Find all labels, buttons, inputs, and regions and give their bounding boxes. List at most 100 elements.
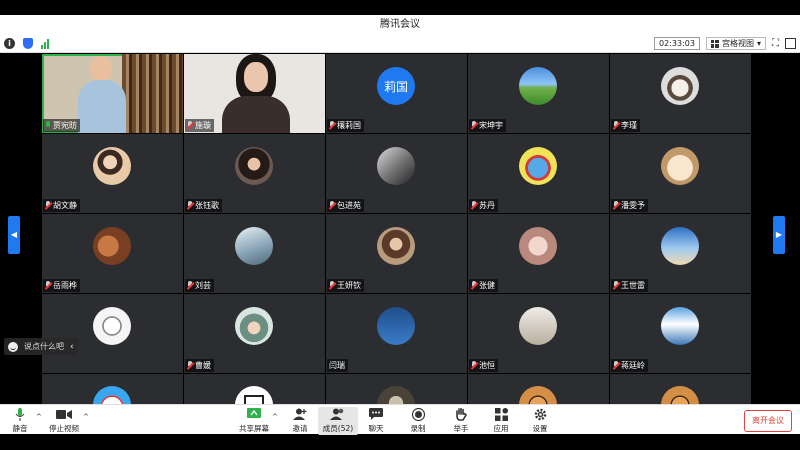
participant-tile[interactable]: 王妍钦	[326, 214, 467, 293]
info-icon[interactable]: i	[4, 38, 15, 49]
meeting-window: 腾讯会议 i 02:33:03 宫格视图 ▾ ⛶ 贾宛昉 施璇 莉国 穰莉国 宋坤宇 李瑾…	[0, 0, 800, 450]
participant-tile[interactable]: 潘雯予	[610, 134, 751, 213]
participant-tile[interactable]: 莉国穰莉国	[326, 54, 467, 133]
chat-button[interactable]: 聊天	[356, 407, 396, 435]
view-mode-button[interactable]: 宫格视图 ▾	[705, 37, 766, 50]
participant-nameplate: 胡文静	[43, 199, 80, 212]
quick-chat-bar[interactable]: 说点什么吧 ‹	[4, 338, 78, 355]
participant-tile[interactable]	[468, 374, 609, 404]
avatar	[93, 147, 131, 185]
avatar	[519, 386, 557, 404]
participant-nameplate: 李瑾	[611, 119, 640, 132]
participant-name: 施璇	[195, 121, 211, 130]
settings-label: 设置	[532, 424, 548, 433]
microphone-muted-icon	[471, 281, 477, 290]
participant-tile[interactable]: 李瑾	[610, 54, 751, 133]
participant-tile[interactable]: 张健	[468, 214, 609, 293]
participant-nameplate: 王世雷	[611, 279, 648, 292]
avatar	[661, 147, 699, 185]
apps-button[interactable]: 应用	[481, 407, 521, 435]
participant-tile[interactable]: 苏丹	[468, 134, 609, 213]
participant-tile[interactable]: 张钰歌	[184, 134, 325, 213]
signal-icon[interactable]	[41, 38, 49, 49]
microphone-muted-icon	[187, 281, 193, 290]
participant-name: 贾宛昉	[53, 121, 77, 130]
avatar	[377, 227, 415, 265]
meeting-timer: 02:33:03	[654, 37, 700, 50]
prev-page-button[interactable]: ◀	[8, 216, 20, 254]
avatar: 莉国	[377, 67, 415, 105]
next-page-button[interactable]: ▶	[773, 216, 785, 254]
participant-tile[interactable]	[42, 294, 183, 373]
window-mode-icon[interactable]	[785, 38, 796, 49]
participant-name: 包进苑	[337, 201, 361, 210]
microphone-muted-icon	[45, 201, 51, 210]
settings-button[interactable]: 设置	[520, 407, 560, 435]
avatar	[235, 227, 273, 265]
participant-tile[interactable]: 包进苑	[326, 134, 467, 213]
participant-tile[interactable]: 宋坤宇	[468, 54, 609, 133]
fullscreen-icon[interactable]: ⛶	[772, 38, 779, 49]
microphone-muted-icon	[187, 121, 193, 130]
participant-tile[interactable]: 刘芸	[184, 214, 325, 293]
share-screen-button[interactable]: 共享屏幕	[234, 407, 274, 435]
chat-placeholder[interactable]: 说点什么吧	[24, 341, 64, 352]
video-options-icon[interactable]: ^	[83, 413, 89, 421]
chat-label: 聊天	[368, 424, 384, 433]
participant-name: 岳雨桦	[53, 281, 77, 290]
apps-icon	[481, 407, 521, 421]
participant-nameplate: 曹媛	[185, 359, 214, 372]
share-options-icon[interactable]: ^	[272, 413, 278, 421]
emoji-icon[interactable]	[8, 341, 18, 352]
members-button[interactable]: 成员(52)	[318, 407, 358, 435]
shield-icon[interactable]	[23, 38, 33, 49]
microphone-muted-icon	[329, 281, 335, 290]
gear-icon	[520, 407, 560, 421]
microphone-muted-icon	[613, 361, 619, 370]
raise-hand-button[interactable]: 举手	[441, 407, 481, 435]
hand-icon	[441, 407, 481, 421]
participant-tile[interactable]: 曹媛	[184, 294, 325, 373]
participant-tile[interactable]: 闫瑞	[326, 294, 467, 373]
participant-name: 池恒	[479, 361, 495, 370]
participant-tile[interactable]: 岳雨桦	[42, 214, 183, 293]
avatar	[377, 386, 415, 404]
participant-name: 曹媛	[195, 361, 211, 370]
participant-tile[interactable]: 池恒	[468, 294, 609, 373]
record-label: 录制	[410, 424, 426, 433]
mute-button[interactable]: 静音	[0, 407, 40, 435]
chevron-left-icon[interactable]: ‹	[70, 342, 74, 352]
participant-tile[interactable]: 胡文静	[42, 134, 183, 213]
participant-name: 穰莉国	[337, 121, 361, 130]
participant-tile[interactable]: ?	[184, 374, 325, 404]
raise-hand-label: 举手	[453, 424, 469, 433]
participant-nameplate: 池恒	[469, 359, 498, 372]
mute-options-icon[interactable]: ^	[36, 413, 42, 421]
microphone-muted-icon	[471, 361, 477, 370]
microphone-muted-icon	[613, 201, 619, 210]
microphone-muted-icon	[329, 121, 335, 130]
participant-name: 王妍钦	[337, 281, 361, 290]
participant-nameplate: 施璇	[185, 119, 214, 132]
invite-button[interactable]: 邀请	[280, 407, 320, 435]
participant-tile[interactable]	[326, 374, 467, 404]
avatar	[661, 307, 699, 345]
participant-nameplate: 穰莉国	[327, 119, 364, 132]
participant-tile[interactable]: 王世雷	[610, 214, 751, 293]
participant-tile[interactable]	[610, 374, 751, 404]
participant-tile[interactable]: 贾宛昉	[42, 54, 183, 133]
microphone-muted-icon	[613, 281, 619, 290]
participant-tile[interactable]: 蒋廷岭	[610, 294, 751, 373]
avatar	[661, 386, 699, 404]
participant-tile[interactable]	[42, 374, 183, 404]
record-button[interactable]: 录制	[398, 407, 438, 435]
leave-meeting-button[interactable]: 离开会议	[744, 410, 792, 432]
participant-nameplate: 贾宛昉	[43, 119, 80, 132]
avatar	[519, 307, 557, 345]
participant-name: 李瑾	[621, 121, 637, 130]
participant-nameplate: 宋坤宇	[469, 119, 506, 132]
members-icon	[318, 407, 358, 421]
participant-tile[interactable]: 施璇	[184, 54, 325, 133]
stop-video-button[interactable]: 停止视频	[44, 407, 84, 435]
participant-nameplate: 苏丹	[469, 199, 498, 212]
